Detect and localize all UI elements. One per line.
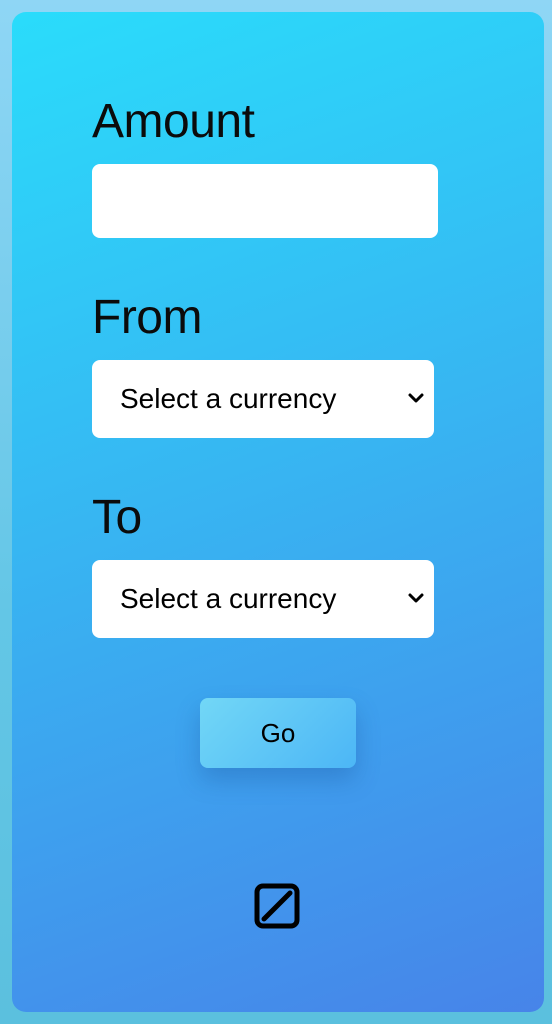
from-currency-value: Select a currency	[120, 383, 337, 414]
chevron-down-icon	[408, 393, 424, 403]
go-button[interactable]: Go	[200, 698, 356, 768]
chevron-down-icon	[408, 593, 424, 603]
toggle-icon[interactable]	[254, 883, 300, 929]
to-currency-select[interactable]: Select a currency	[92, 560, 434, 638]
amount-label: Amount	[92, 95, 255, 148]
amount-input[interactable]	[92, 164, 438, 238]
from-label: From	[92, 291, 202, 344]
to-label: To	[92, 491, 142, 544]
to-currency-value: Select a currency	[120, 583, 337, 614]
converter-card: Amount From Select a currency To Select …	[12, 12, 544, 1012]
from-currency-select[interactable]: Select a currency	[92, 360, 434, 438]
